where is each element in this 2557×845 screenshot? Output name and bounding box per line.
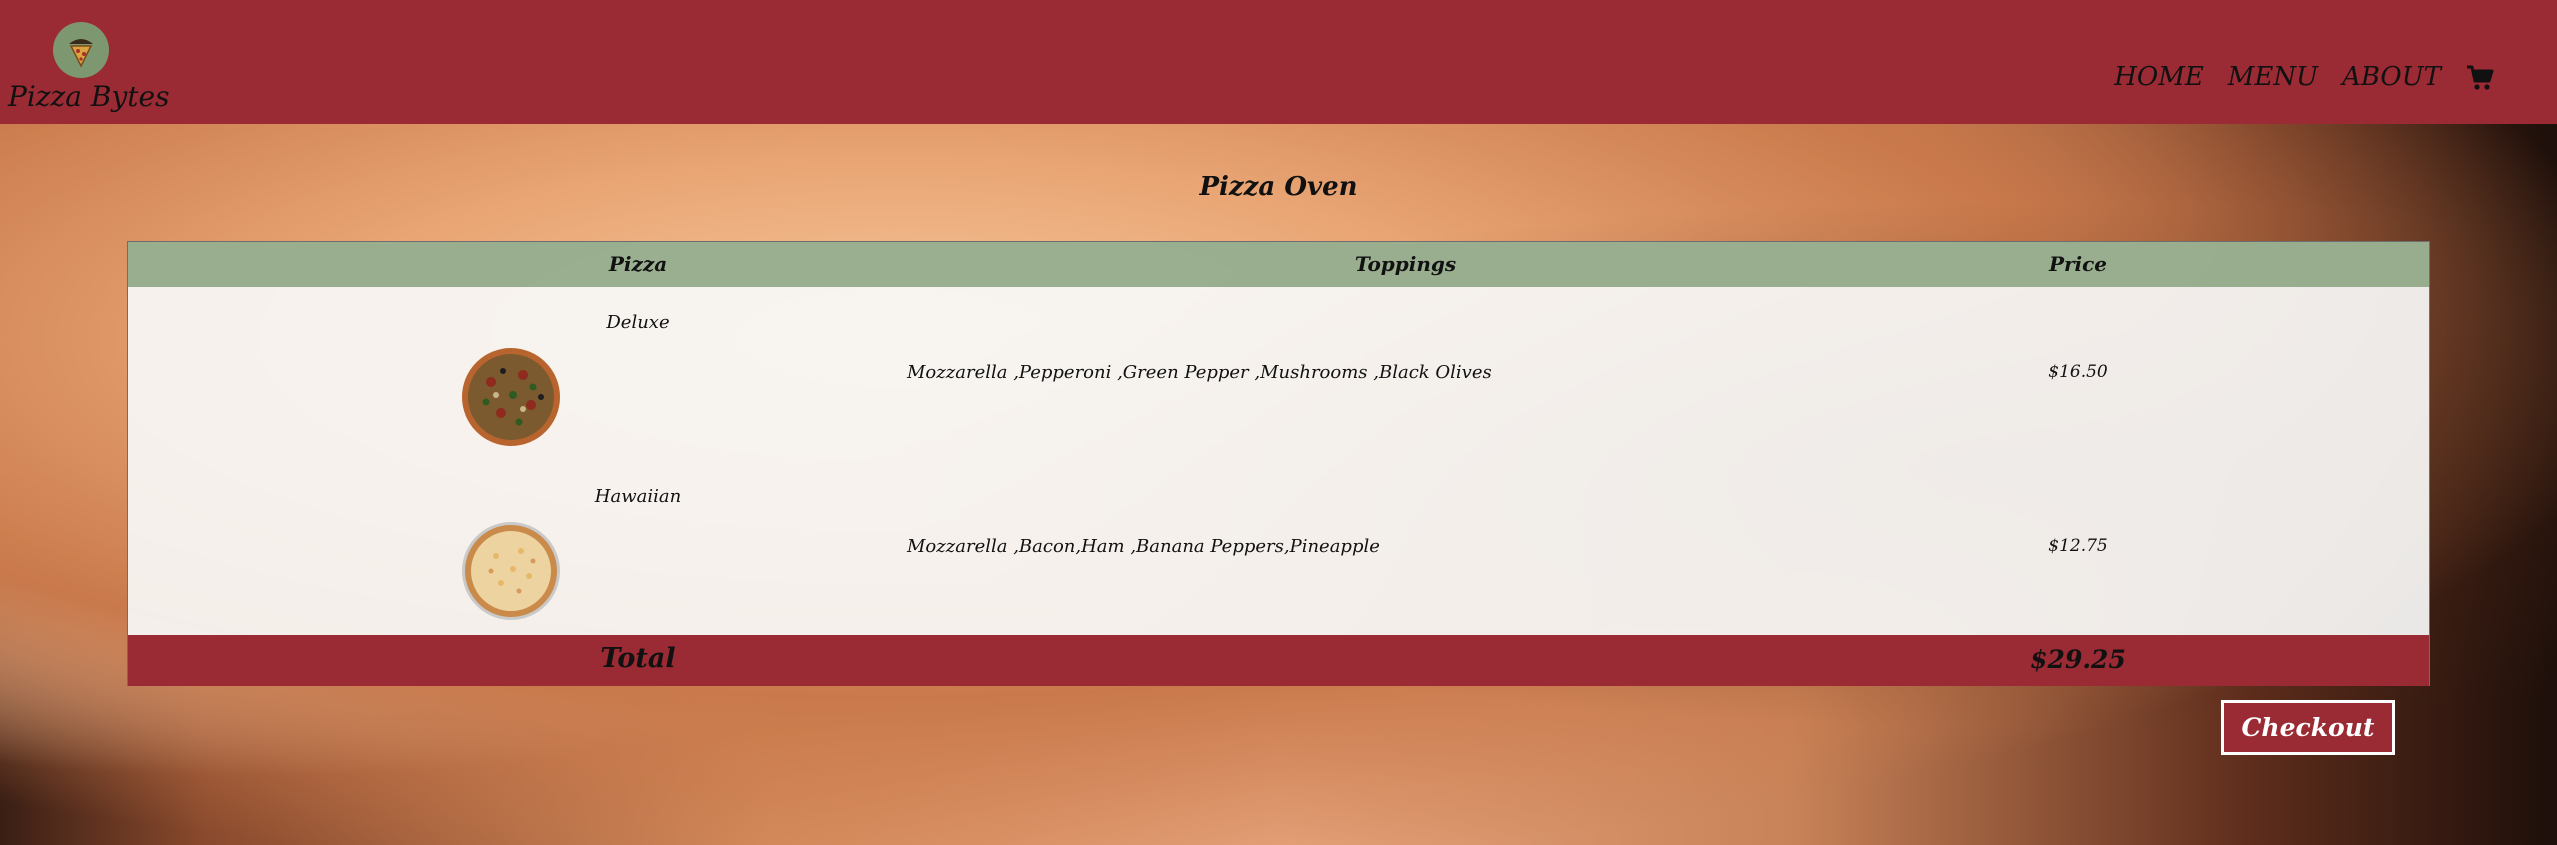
nav-about-link[interactable]: ABOUT	[2342, 62, 2441, 92]
pizza-toppings: Mozzarella ,Pepperoni ,Green Pepper ,Mus…	[907, 362, 1492, 383]
nav-home-link[interactable]: HOME	[2114, 62, 2204, 92]
shopping-cart-icon[interactable]	[2465, 62, 2495, 92]
total-value: $29.25	[2030, 645, 2126, 674]
table-row: Hawaiian Mozzarella ,Bacon,Ham ,Banana P…	[128, 461, 2429, 635]
order-table: Pizza Toppings Price Deluxe Mozzarella ,…	[127, 241, 2430, 686]
hawaiian-pizza-image	[462, 522, 560, 620]
total-label: Total	[600, 643, 676, 674]
nav-menu-link[interactable]: MENU	[2228, 62, 2318, 92]
brand-name[interactable]: Pizza Bytes	[8, 80, 169, 113]
header-pizza: Pizza	[608, 252, 668, 276]
pizza-price: $16.50	[2048, 362, 2108, 382]
pizza-name: Hawaiian	[594, 486, 682, 507]
pizza-name: Deluxe	[606, 312, 670, 333]
table-row: Deluxe Mozzarella ,Pepperoni ,Green Pepp…	[128, 287, 2429, 461]
pizza-chef-logo-icon	[69, 39, 93, 68]
pizza-toppings: Mozzarella ,Bacon,Ham ,Banana Peppers,Pi…	[907, 536, 1380, 557]
logo-icon[interactable]	[53, 22, 109, 78]
table-footer: Total $29.25	[128, 635, 2429, 686]
header-toppings: Toppings	[1354, 252, 1457, 276]
table-header: Pizza Toppings Price	[128, 242, 2429, 287]
main-nav: HOME MENU ABOUT	[2114, 62, 2495, 92]
page-title: Pizza Oven	[1199, 172, 1358, 202]
pizza-price: $12.75	[2048, 536, 2108, 556]
site-header: Pizza Bytes HOME MENU ABOUT	[0, 0, 2557, 124]
checkout-button[interactable]: Checkout	[2221, 700, 2395, 755]
header-price: Price	[2048, 252, 2108, 276]
deluxe-pizza-image	[462, 348, 560, 446]
